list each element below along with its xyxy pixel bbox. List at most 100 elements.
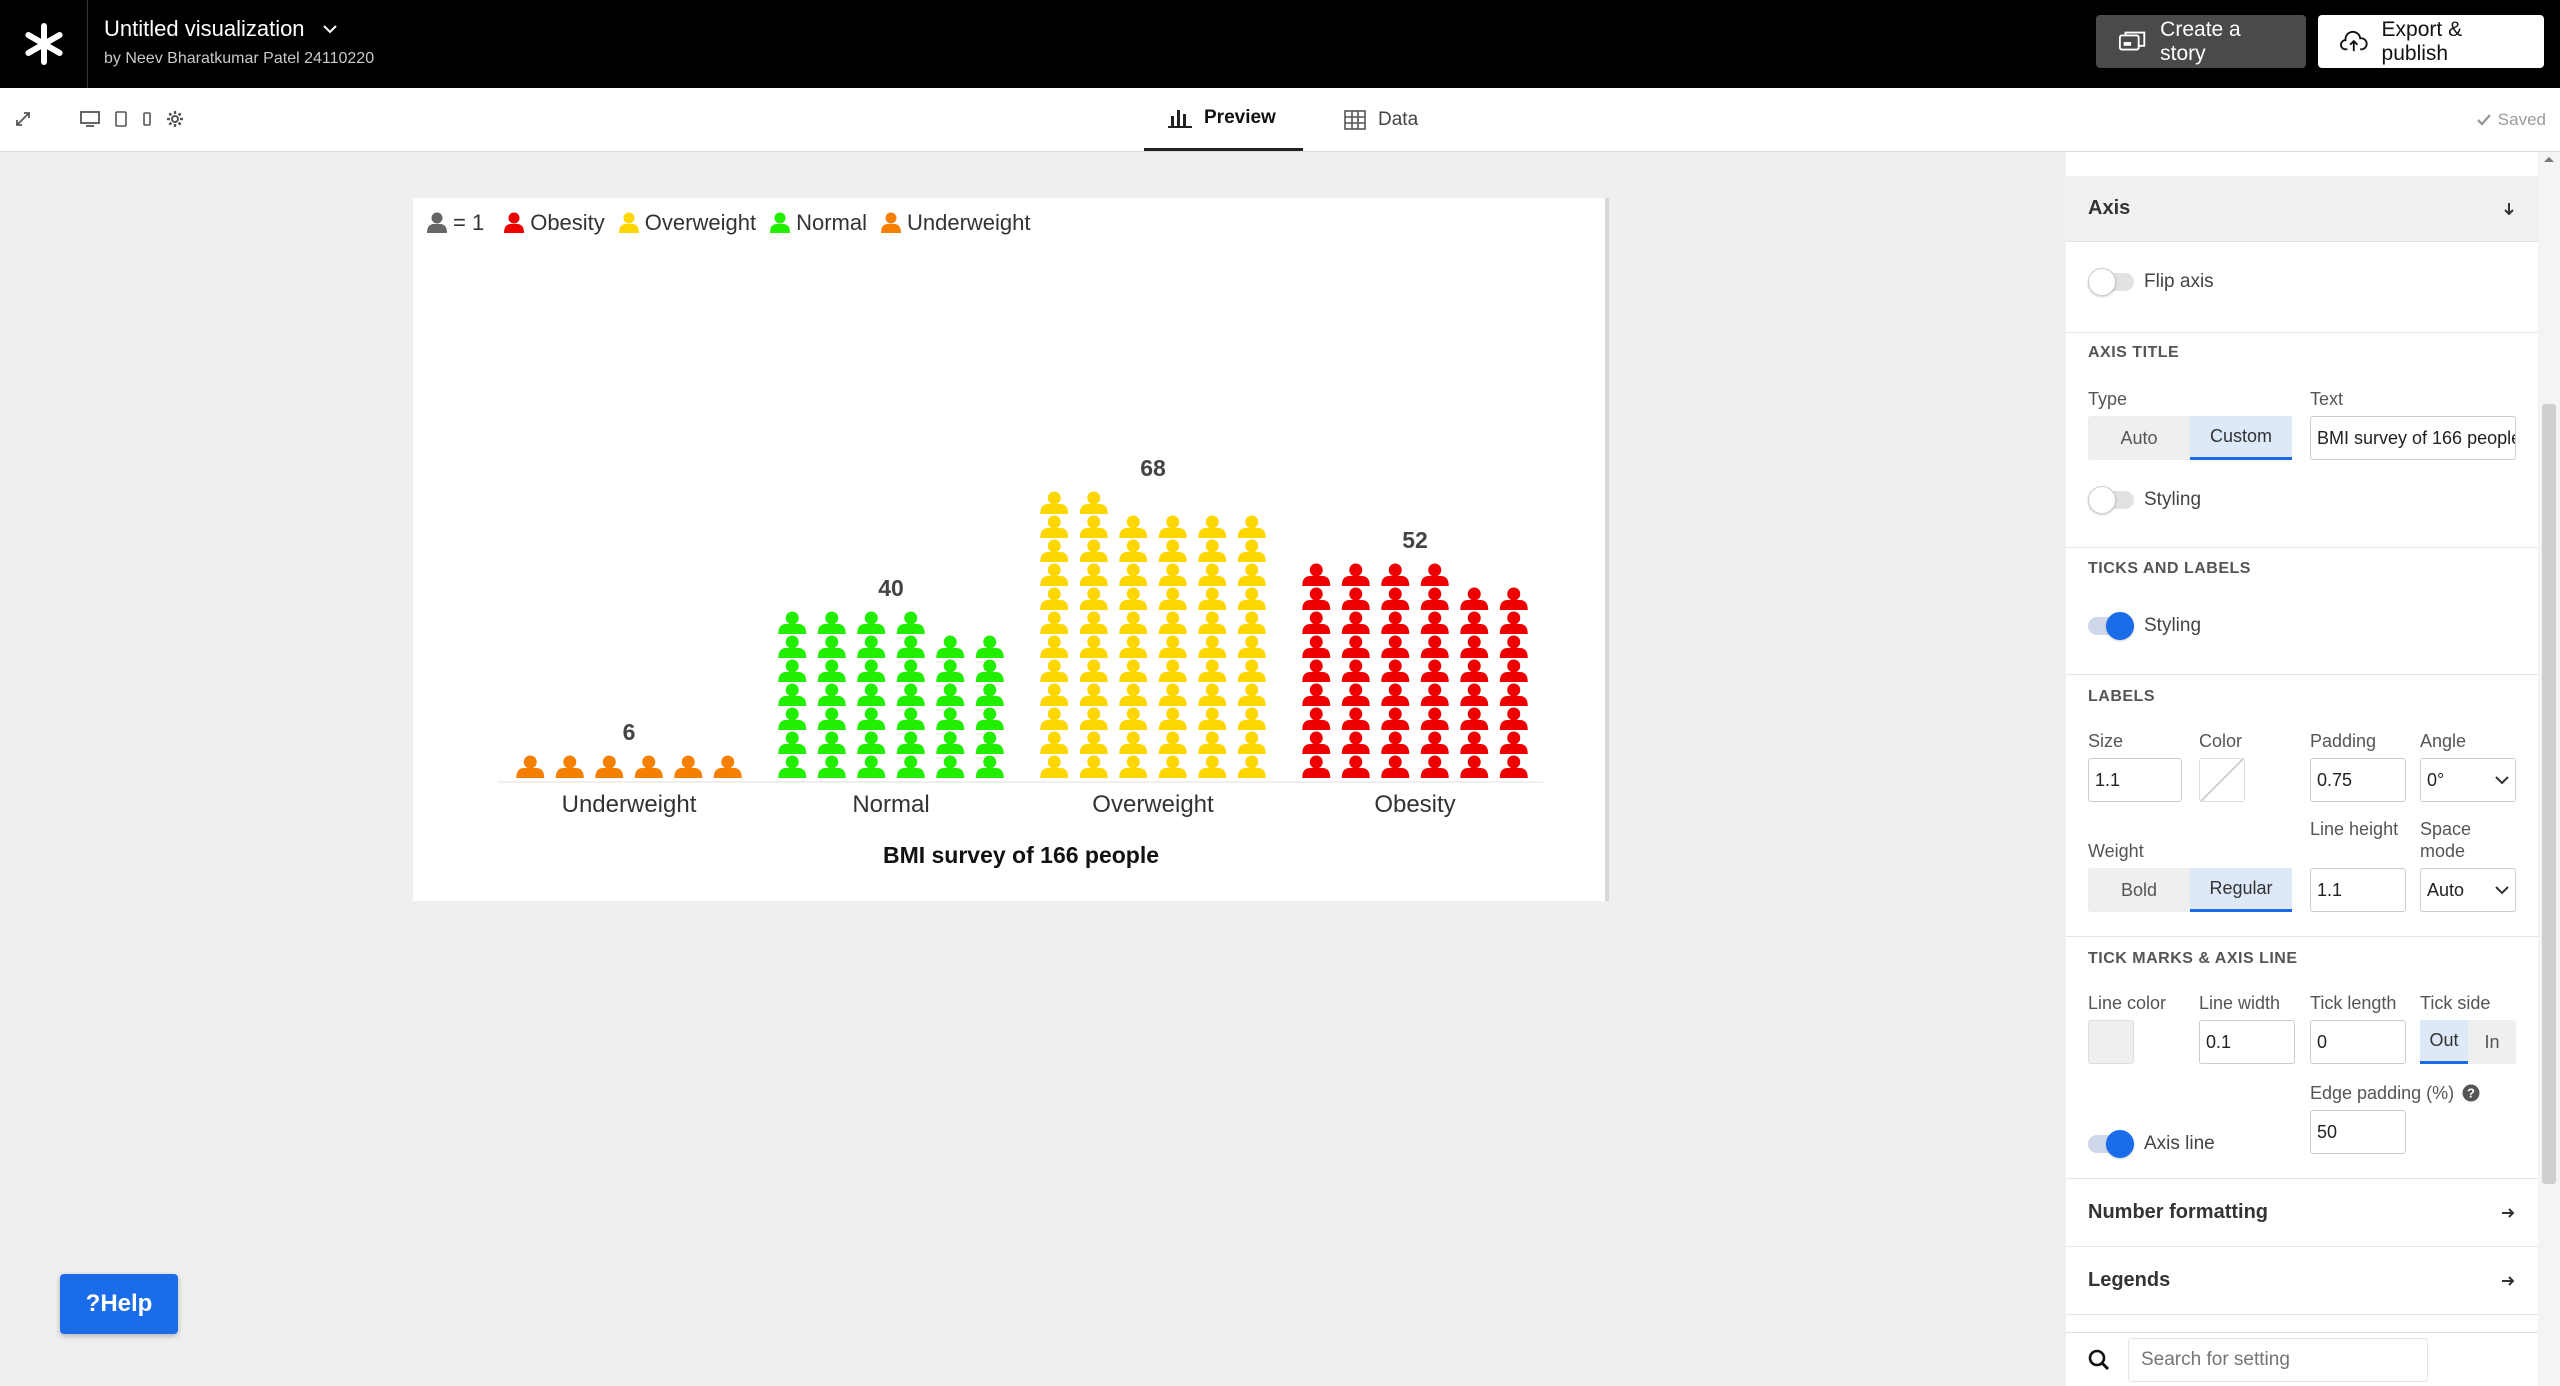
- category-group-overweight: [1040, 491, 1266, 778]
- visualization-title[interactable]: Untitled visualization: [104, 16, 337, 42]
- person-mark: [1460, 731, 1489, 754]
- tick-side-selector[interactable]: Out In: [2420, 1020, 2516, 1064]
- person-mark: [896, 635, 925, 658]
- label-color-swatch[interactable]: [2199, 758, 2245, 802]
- person-mark: [896, 731, 925, 754]
- tick-length-input[interactable]: 0: [2310, 1020, 2406, 1064]
- help-button[interactable]: ? Help: [60, 1274, 178, 1334]
- legend-item-overweight[interactable]: Overweight: [618, 210, 756, 236]
- author-line: by Neev Bharatkumar Patel 24110220: [104, 50, 375, 67]
- flip-axis-label: Flip axis: [2144, 271, 2214, 292]
- panel-scrollbar[interactable]: [2538, 152, 2560, 1386]
- person-mark: [1237, 515, 1266, 538]
- tick-side-option-in[interactable]: In: [2468, 1020, 2516, 1064]
- person-mark: [1040, 731, 1069, 754]
- tick-side-option-out[interactable]: Out: [2420, 1020, 2468, 1064]
- person-mark: [1198, 515, 1227, 538]
- visualization-title-text[interactable]: Untitled visualization: [104, 16, 305, 42]
- person-mark: [1158, 731, 1187, 754]
- gear-icon[interactable]: [166, 110, 184, 128]
- help-circle-icon[interactable]: ?: [2462, 1084, 2480, 1102]
- person-mark: [1198, 611, 1227, 634]
- legend-unit-key: = 1: [427, 210, 484, 236]
- setting-search-input[interactable]: [2128, 1337, 2428, 1382]
- desktop-icon[interactable]: [80, 110, 100, 128]
- person-mark: [1119, 611, 1148, 634]
- person-mark: [1420, 683, 1449, 706]
- person-mark: [1302, 587, 1331, 610]
- person-mark: [1158, 659, 1187, 682]
- person-mark: [1420, 707, 1449, 730]
- edge-padding-input[interactable]: 50: [2310, 1110, 2406, 1154]
- person-mark: [634, 755, 663, 778]
- label-weight-selector[interactable]: Bold Regular: [2088, 868, 2292, 912]
- type-option-custom[interactable]: Custom: [2190, 416, 2292, 460]
- type-option-auto[interactable]: Auto: [2088, 416, 2190, 460]
- x-tick-label: Overweight: [1092, 791, 1214, 818]
- person-mark: [1341, 683, 1370, 706]
- person-mark: [1420, 611, 1449, 634]
- legend-item-normal[interactable]: Normal: [770, 210, 867, 236]
- person-mark: [1499, 635, 1528, 658]
- scrollbar-thumb[interactable]: [2542, 404, 2556, 1184]
- person-mark: [817, 755, 846, 778]
- search-icon: [2088, 1349, 2110, 1370]
- person-mark: [1198, 707, 1227, 730]
- axis-title-text-input[interactable]: BMI survey of 166 people: [2310, 416, 2516, 460]
- legend-item-obesity[interactable]: Obesity: [504, 210, 605, 236]
- person-mark: [1040, 491, 1069, 514]
- weight-option-bold[interactable]: Bold: [2088, 868, 2190, 912]
- person-mark: [1302, 563, 1331, 586]
- chevron-down-icon[interactable]: [322, 24, 337, 34]
- person-mark: [1040, 563, 1069, 586]
- person-mark: [1381, 587, 1410, 610]
- line-width-input[interactable]: 0.1: [2199, 1020, 2295, 1064]
- x-tick-label: Obesity: [1374, 791, 1455, 818]
- expand-icon[interactable]: [14, 110, 32, 128]
- scroll-up-icon[interactable]: [2538, 152, 2560, 168]
- export-publish-button[interactable]: Export & publish: [2318, 15, 2544, 68]
- label-line-height-input[interactable]: 1.1: [2310, 868, 2406, 912]
- person-mark: [1499, 611, 1528, 634]
- flourish-logo[interactable]: [0, 0, 88, 88]
- person-mark: [1499, 731, 1528, 754]
- flip-axis-toggle[interactable]: [2088, 268, 2136, 296]
- person-mark: [857, 611, 886, 634]
- label-angle-value: 0°: [2427, 769, 2445, 790]
- tab-preview[interactable]: Preview: [1144, 88, 1303, 151]
- tablet-icon[interactable]: [114, 110, 128, 128]
- label-size-input[interactable]: 1.1: [2088, 758, 2182, 802]
- space-mode-select[interactable]: Auto: [2420, 868, 2516, 912]
- person-mark: [778, 755, 807, 778]
- chart-canvas: 6 Underweight 40 Normal 68 Overweight 52 Obesit…: [413, 198, 1609, 901]
- legend-label: Underweight: [906, 210, 1031, 235]
- number-formatting-section[interactable]: Number formatting: [2066, 1179, 2538, 1247]
- person-mark: [936, 731, 965, 754]
- line-color-swatch[interactable]: [2088, 1020, 2134, 1064]
- person-mark: [1499, 659, 1528, 682]
- create-story-button[interactable]: Create a story: [2096, 15, 2306, 68]
- legend-item-underweight[interactable]: Underweight: [880, 210, 1031, 236]
- person-mark: [1079, 539, 1108, 562]
- person-mark: [1198, 539, 1227, 562]
- number-formatting-title: Number formatting: [2088, 1201, 2268, 1223]
- space-mode-label: Space mode: [2420, 819, 2472, 861]
- tab-data[interactable]: Data: [1320, 88, 1442, 151]
- weight-option-regular[interactable]: Regular: [2190, 868, 2292, 912]
- ticks-labels-styling-label: Styling: [2144, 615, 2202, 636]
- mobile-icon[interactable]: [142, 110, 152, 128]
- label-angle-select[interactable]: 0°: [2420, 758, 2516, 802]
- axis-title-styling-toggle[interactable]: [2088, 486, 2136, 514]
- ticks-labels-styling-toggle[interactable]: [2088, 612, 2136, 640]
- person-mark: [1040, 515, 1069, 538]
- axis-line-label: Axis line: [2144, 1133, 2215, 1154]
- person-mark: [778, 731, 807, 754]
- legends-section[interactable]: Legends: [2066, 1247, 2538, 1315]
- arrow-right-icon: [2502, 1207, 2515, 1218]
- view-tools: [14, 110, 184, 128]
- label-padding-input[interactable]: 0.75: [2310, 758, 2406, 802]
- axis-title-type-selector[interactable]: Auto Custom: [2088, 416, 2292, 460]
- axis-section-header[interactable]: Axis: [2066, 176, 2538, 242]
- person-mark: [1420, 635, 1449, 658]
- axis-line-toggle[interactable]: [2088, 1130, 2136, 1158]
